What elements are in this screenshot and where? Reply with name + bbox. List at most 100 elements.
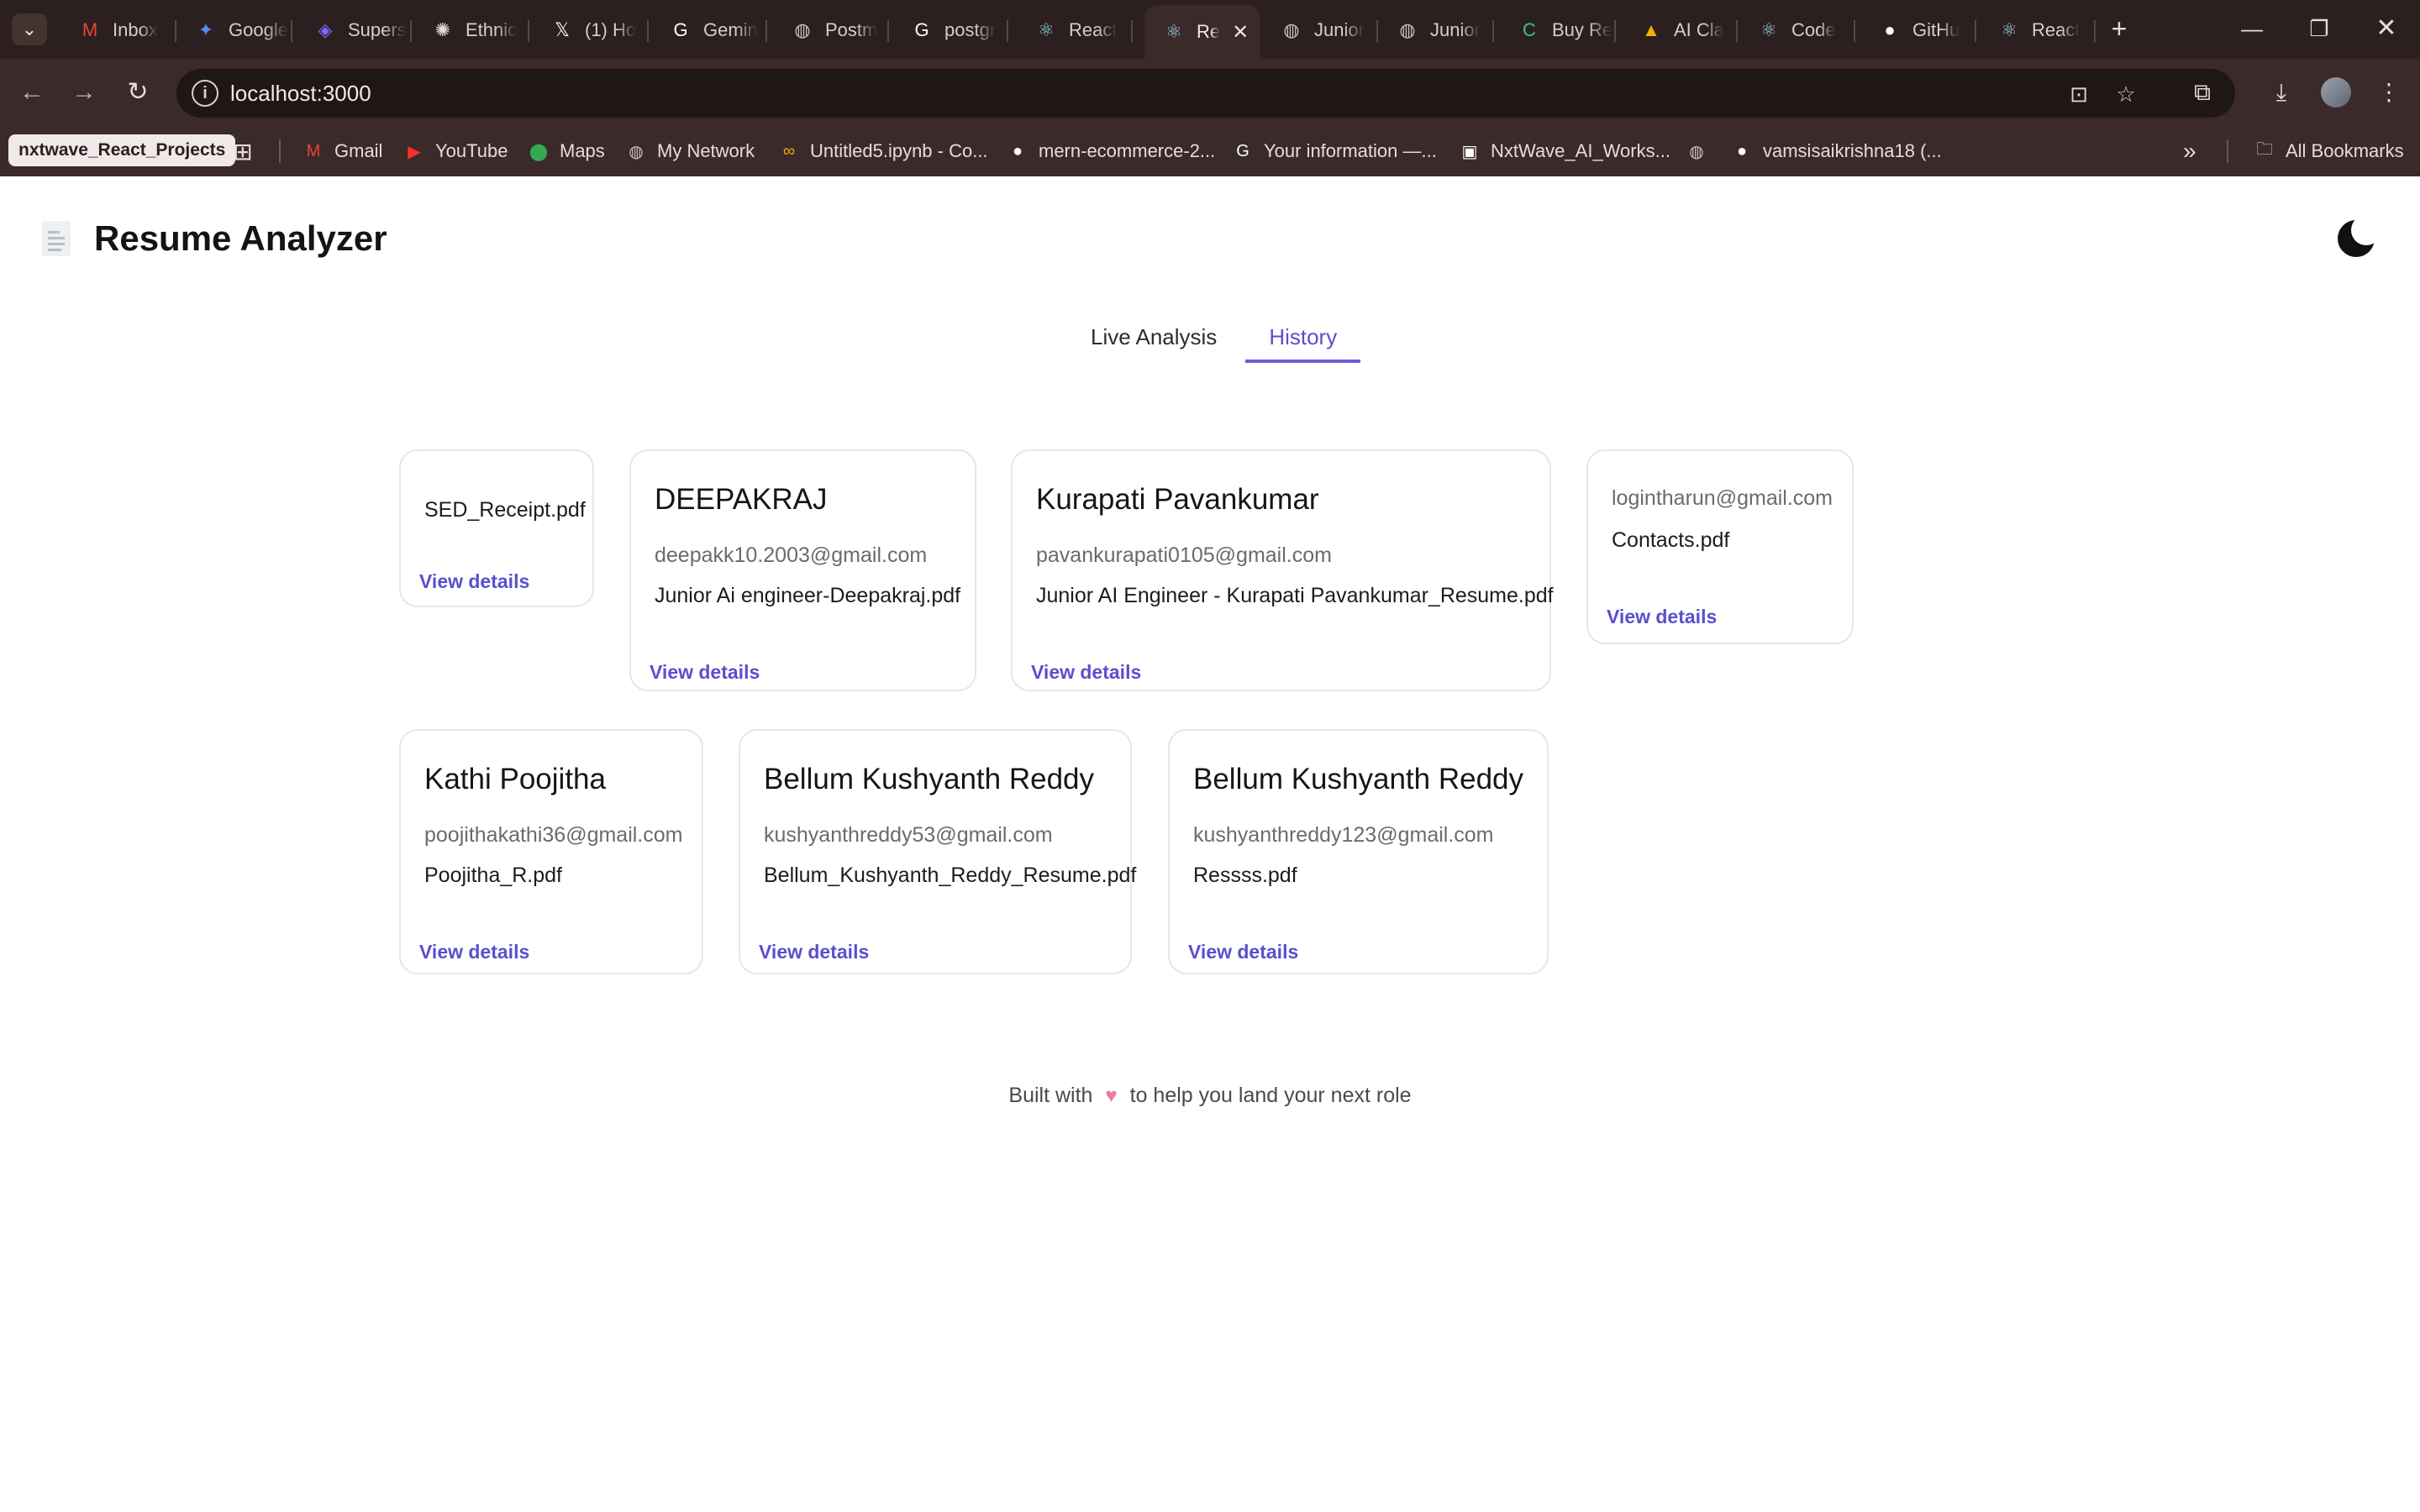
- resume-filename: Contacts.pdf: [1612, 528, 1730, 552]
- browser-tab-title: Supers: [348, 19, 407, 40]
- tab-search-button[interactable]: ⌄: [12, 13, 47, 45]
- view-details-link[interactable]: View details: [759, 941, 869, 963]
- browser-tab-title: React: [1069, 19, 1118, 40]
- browser-tab-title: Junior: [1430, 19, 1481, 40]
- candidate-email: poojithakathi36@gmail.com: [424, 823, 683, 847]
- browser-tab[interactable]: C Buy Re: [1500, 8, 1616, 52]
- bookmark-label: vamsisaikrishna18 (...: [1763, 140, 1942, 161]
- browser-tab[interactable]: M Inbox: [60, 8, 176, 52]
- extensions-icon[interactable]: ⧉: [2185, 76, 2220, 109]
- view-details-link[interactable]: View details: [419, 941, 529, 963]
- supers-icon: ◈: [318, 19, 333, 40]
- downloads-icon[interactable]: ⤓: [2264, 76, 2299, 109]
- browser-tab[interactable]: ✦ Google: [176, 8, 292, 52]
- reload-button[interactable]: ↻: [121, 76, 155, 109]
- all-bookmarks-button[interactable]: 🗀 All Bookmarks: [2254, 136, 2404, 166]
- browser-tab[interactable]: ▲ AI Cla: [1622, 8, 1738, 52]
- install-app-icon[interactable]: ⊡: [2064, 81, 2094, 108]
- bookmark-label: Your information —...: [1264, 140, 1437, 161]
- bookmark-item[interactable]: ● vamsisaikrishna18 (...: [1731, 136, 1942, 166]
- youtube-icon: ▶: [408, 142, 421, 161]
- browser-tab[interactable]: ⚛ Re ✕: [1144, 5, 1260, 59]
- candidate-name: Kurapati Pavankumar: [1036, 483, 1319, 516]
- minimize-button[interactable]: —: [2227, 10, 2277, 47]
- close-tab-icon[interactable]: ✕: [1232, 20, 1249, 45]
- bookmark-item[interactable]: ◍ My Network: [625, 136, 755, 166]
- browser-tab[interactable]: ◈ Supers: [296, 8, 412, 52]
- browser-tab-title: Re: [1197, 21, 1221, 42]
- address-bar[interactable]: i localhost:3000 ⊡ ☆: [176, 69, 2235, 118]
- profile-avatar[interactable]: [2321, 77, 2351, 108]
- browser-menu-icon[interactable]: ⋮: [2371, 76, 2407, 109]
- browser-tab[interactable]: ◍ Postm: [773, 8, 889, 52]
- resume-filename: Poojitha_R.pdf: [424, 864, 563, 887]
- tab-live-analysis[interactable]: Live Analysis: [1067, 302, 1240, 363]
- history-card: DEEPAKRAJ deepakk10.2003@gmail.com Junior …: [629, 449, 976, 691]
- browser-tab[interactable]: ✺ Ethnic: [413, 8, 529, 52]
- more-bookmarks-chevron-icon[interactable]: »: [2183, 136, 2196, 166]
- resume-filename: Junior Ai engineer-Deepakraj.pdf: [655, 584, 961, 607]
- browser-tab[interactable]: ⚛ React: [1017, 8, 1133, 52]
- browser-tab[interactable]: ◍ Junior: [1378, 8, 1494, 52]
- back-button[interactable]: ←: [15, 76, 49, 109]
- close-window-button[interactable]: ✕: [2361, 10, 2412, 47]
- browser-tab[interactable]: 𝕏 (1) Ho: [533, 8, 649, 52]
- browser-tab-title: Gemin: [703, 19, 758, 40]
- globe-icon: ◍: [794, 19, 811, 40]
- candidate-name: Kathi Poojitha: [424, 763, 606, 795]
- browser-tab[interactable]: ◍ Junior: [1262, 8, 1378, 52]
- footer-text-before: Built with: [1008, 1084, 1093, 1107]
- candidate-email: pavankurapati0105@gmail.com: [1036, 543, 1332, 567]
- browser-tab-title: React: [2032, 19, 2081, 40]
- browser-tab[interactable]: Gpostgr: [892, 8, 1008, 52]
- github-icon: ●: [1884, 19, 1896, 40]
- forward-button[interactable]: →: [67, 76, 101, 109]
- tab-separator: [1131, 20, 1133, 42]
- bookmark-item[interactable]: M Gmail: [302, 136, 383, 166]
- bookmarks-divider: [279, 139, 281, 163]
- tab-history[interactable]: History: [1245, 302, 1361, 363]
- apps-grid-icon[interactable]: ⊞: [232, 136, 264, 166]
- bookmark-item[interactable]: ∞ Untitled5.ipynb - Co...: [778, 136, 988, 166]
- bookmark-item[interactable]: ▣ NxtWave_AI_Works...: [1459, 136, 1670, 166]
- bookmark-label: Untitled5.ipynb - Co...: [810, 140, 988, 161]
- page-title: Resume Analyzer: [94, 218, 387, 258]
- address-url[interactable]: localhost:3000: [230, 81, 371, 107]
- view-details-link[interactable]: View details: [419, 570, 529, 593]
- bookmark-item[interactable]: ● mern-ecommerce-2...: [1007, 136, 1215, 166]
- moon-icon[interactable]: [2338, 215, 2381, 257]
- view-details-link[interactable]: View details: [1607, 606, 1717, 628]
- x-icon: 𝕏: [555, 19, 570, 40]
- bookmark-item[interactable]: G Your information —...: [1232, 136, 1437, 166]
- bookmark-folder-active[interactable]: nxtwave_React_Projects: [8, 134, 236, 166]
- browser-tab[interactable]: G Gemin: [651, 8, 767, 52]
- site-info-icon[interactable]: i: [192, 80, 218, 107]
- view-details-link[interactable]: View details: [1031, 661, 1141, 684]
- resume-filename: Bellum_Kushyanth_Reddy_Resume.pdf: [764, 864, 1137, 887]
- tab-separator: [1007, 20, 1008, 42]
- view-details-link[interactable]: View details: [1188, 941, 1298, 963]
- bookmark-label: mern-ecommerce-2...: [1039, 140, 1216, 161]
- restore-button[interactable]: ❐: [2294, 10, 2344, 47]
- browser-tab-title: GitHu: [1912, 19, 1960, 40]
- candidate-email: deepakk10.2003@gmail.com: [655, 543, 928, 567]
- browser-tab-title: AI Cla: [1674, 19, 1724, 40]
- bookmark-item[interactable]: ⬤ Maps: [528, 136, 605, 166]
- view-details-link[interactable]: View details: [650, 661, 760, 684]
- bookmark-item[interactable]: ▶ YouTube: [403, 136, 508, 166]
- browser-tab[interactable]: ⚛ Code: [1739, 8, 1855, 52]
- bookmark-star-icon[interactable]: ☆: [2111, 81, 2141, 108]
- bookmark-item[interactable]: ◍: [1686, 136, 1718, 166]
- browser-chrome: ⌄ M Inbox ✦ Google ◈ Supers ✺ Ethnic 𝕏 (1) Ho G Gem…: [0, 0, 2420, 176]
- candidate-email: kushyanthreddy123@gmail.com: [1193, 823, 1494, 847]
- new-tab-button[interactable]: +: [2102, 12, 2136, 45]
- tab-separator: [647, 20, 649, 42]
- browser-tab[interactable]: ⚛ React: [1980, 8, 2096, 52]
- bookmarks-bar: nxtwave_React_Projects ⊞ M Gmail ▶ YouTube ⬤…: [0, 126, 2420, 176]
- tab-separator: [410, 20, 412, 42]
- react-icon: ⚛: [1760, 19, 1777, 40]
- google-icon: G: [673, 19, 688, 40]
- bookmark-label: YouTube: [435, 140, 508, 161]
- browser-tab[interactable]: ● GitHu: [1860, 8, 1976, 52]
- history-card: logintharun@gmail.com Contacts.pdf View de…: [1586, 449, 1854, 644]
